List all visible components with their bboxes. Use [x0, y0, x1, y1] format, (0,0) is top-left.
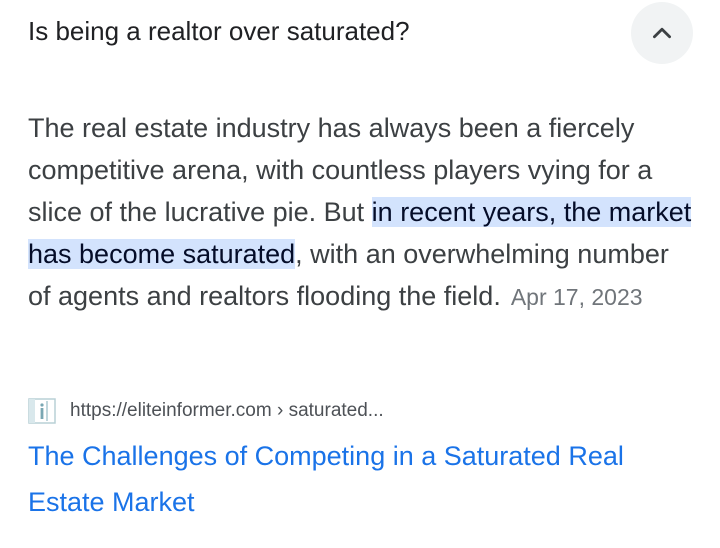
question-text[interactable]: Is being a realtor over saturated?	[28, 12, 410, 50]
snippet-date: Apr 17, 2023	[510, 284, 643, 310]
featured-snippet: The real estate industry has always been…	[28, 107, 698, 318]
info-image-icon	[28, 397, 56, 425]
source-url[interactable]: https://eliteinformer.com › saturated...	[70, 400, 384, 422]
result-title-link[interactable]: The Challenges of Competing in a Saturat…	[28, 433, 688, 525]
source-line[interactable]: https://eliteinformer.com › saturated...	[28, 397, 384, 425]
chevron-up-icon	[653, 27, 671, 39]
collapse-button[interactable]	[631, 2, 693, 64]
